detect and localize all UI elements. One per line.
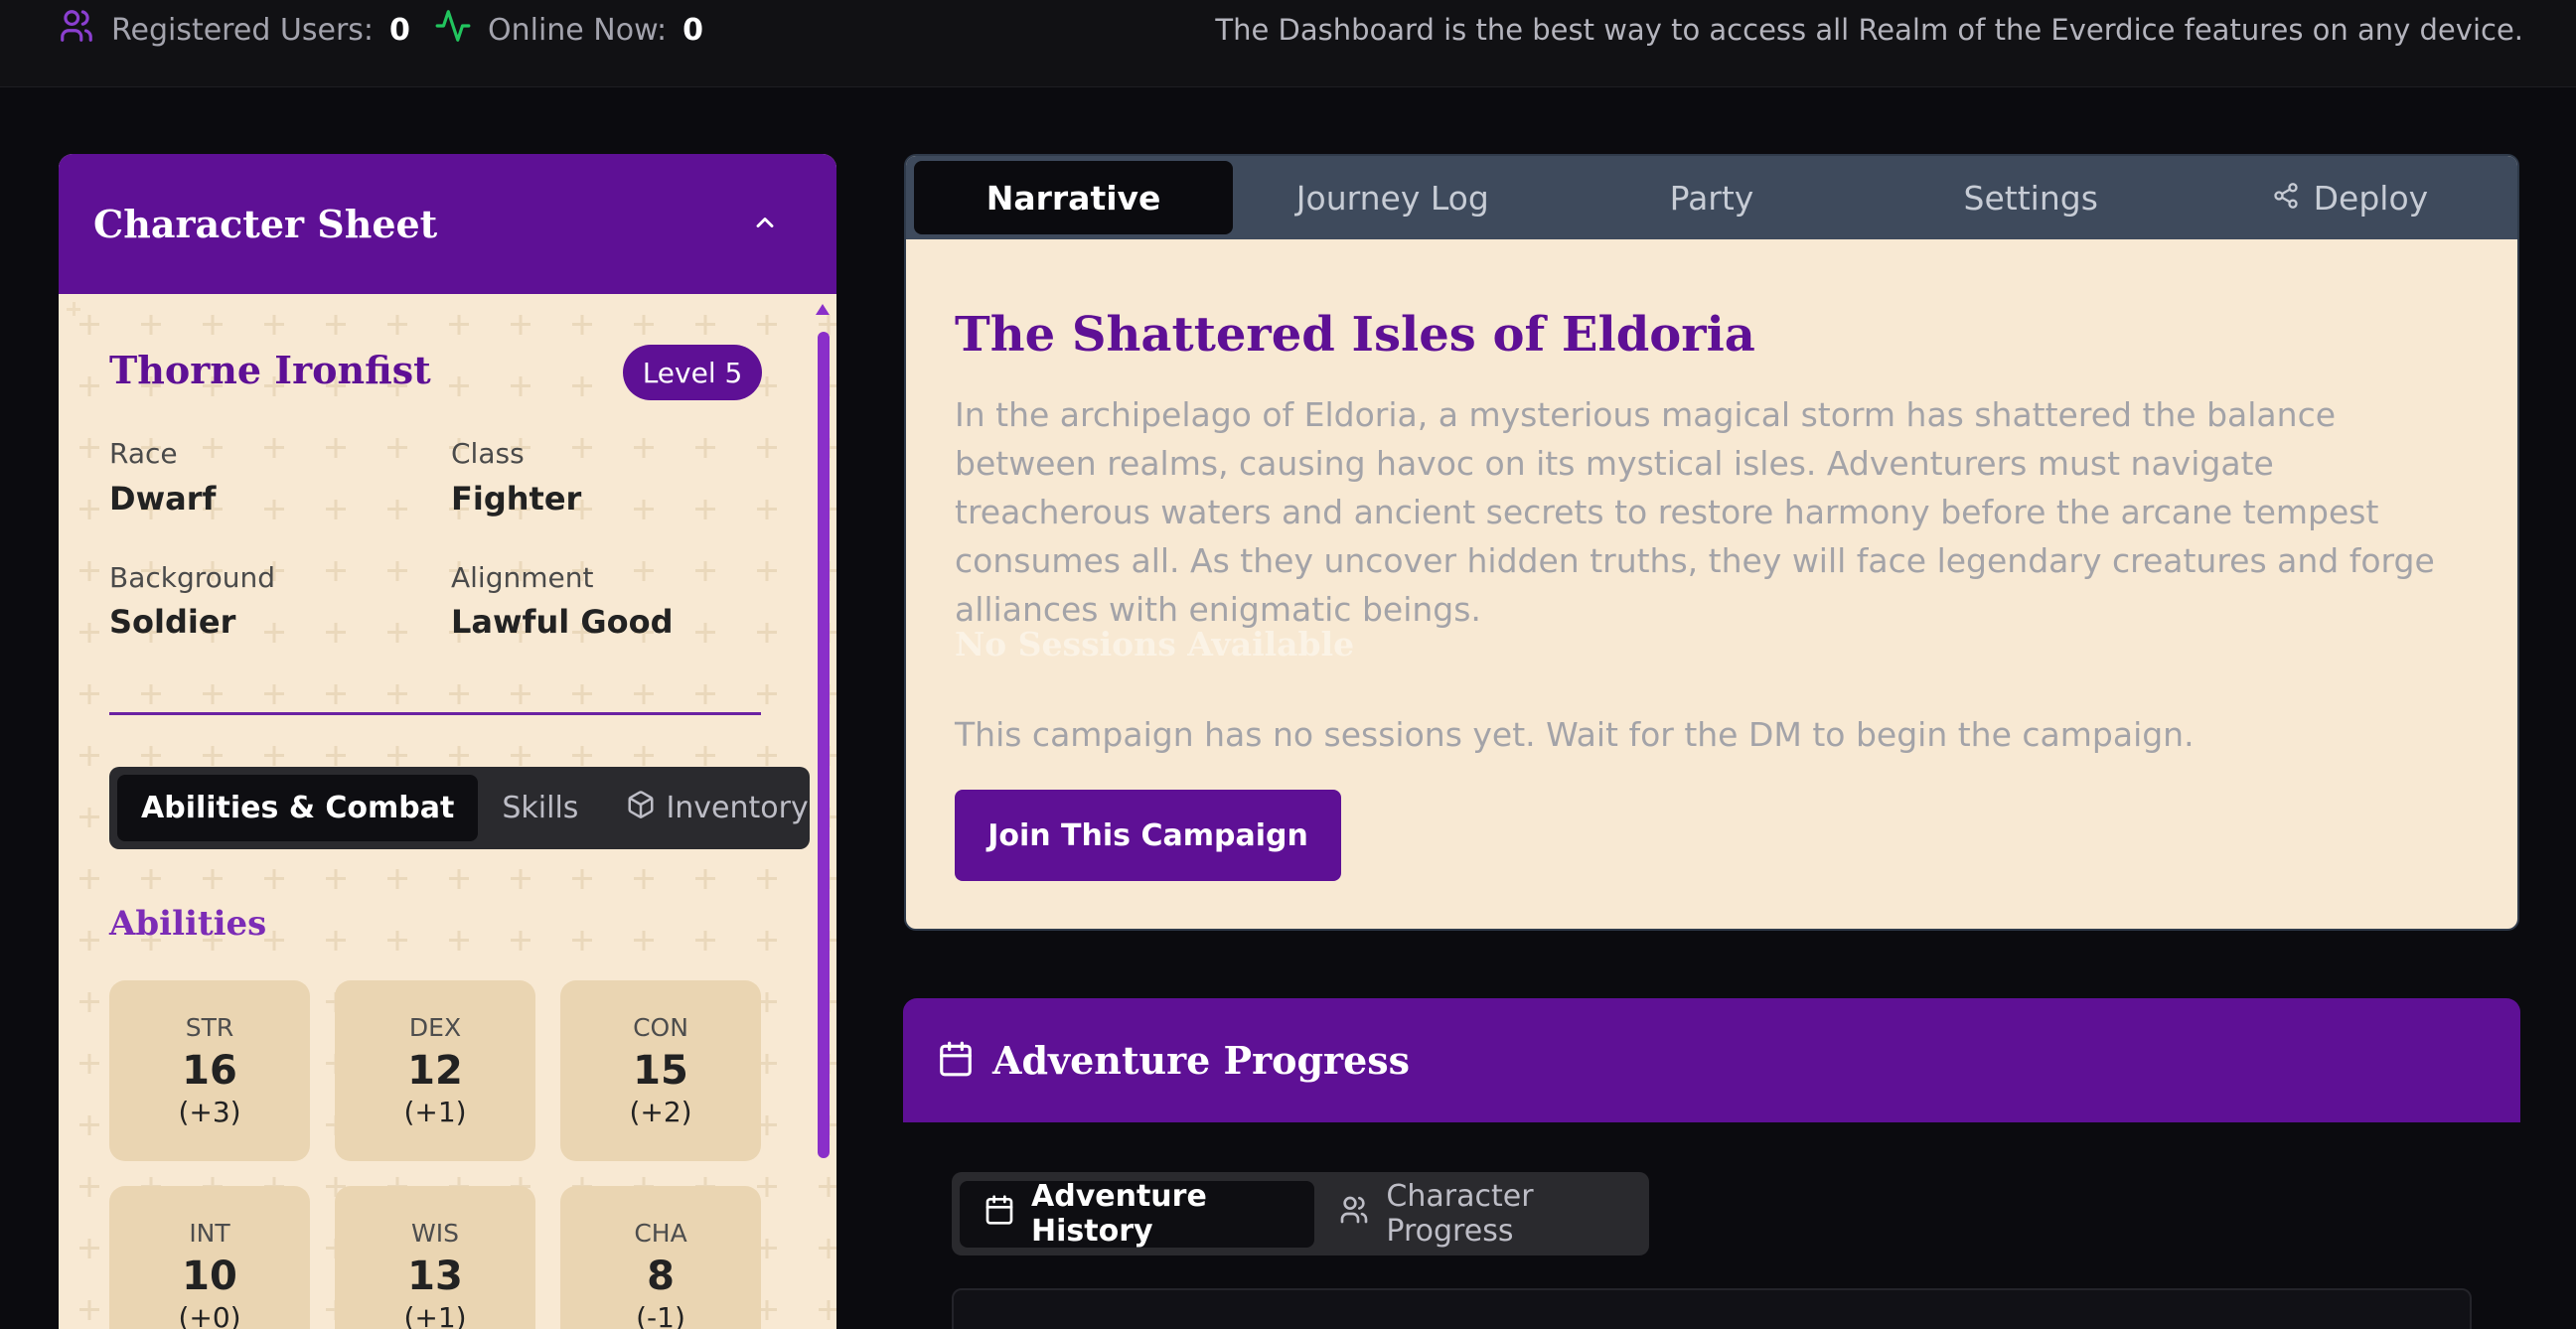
adventure-history-container — [952, 1288, 2472, 1329]
scroll-up-arrow[interactable] — [816, 304, 830, 315]
ability-score: 15 — [633, 1048, 688, 1094]
race-label: Race — [109, 437, 178, 470]
registered-users-label: Registered Users: — [111, 12, 375, 48]
tab-party-label: Party — [1669, 178, 1754, 218]
ability-modifier: (+1) — [403, 1096, 467, 1128]
ability-modifier: (+2) — [629, 1096, 692, 1128]
character-sheet-panel: Character Sheet Thorne Ironfist Level 5 … — [59, 154, 836, 1329]
registered-users-stat: Registered Users: 0 — [58, 0, 410, 60]
calendar-icon — [937, 1040, 975, 1082]
alignment-value: Lawful Good — [451, 603, 674, 641]
tab-party[interactable]: Party — [1552, 161, 1871, 234]
race-value: Dwarf — [109, 480, 217, 517]
dashboard-note: The Dashboard is the best way to access … — [1215, 13, 2523, 47]
ability-modifier: (+0) — [178, 1301, 241, 1329]
tab-journey-log-label: Journey Log — [1295, 178, 1489, 218]
campaign-description: In the archipelago of Eldoria, a mysteri… — [955, 395, 2435, 629]
campaign-title: The Shattered Isles of Eldoria — [955, 307, 1755, 363]
abilities-heading: Abilities — [109, 904, 267, 944]
campaign-tabs: Narrative Journey Log Party Settings Dep… — [906, 156, 2517, 239]
ability-modifier: (-1) — [636, 1301, 685, 1329]
adventure-progress-panel: Adventure Progress Adventure History Cha… — [903, 998, 2520, 1329]
ability-abbr: CON — [633, 1013, 688, 1042]
tab-adventure-history-label: Adventure History — [1031, 1179, 1207, 1249]
background-value: Soldier — [109, 603, 236, 641]
box-icon — [626, 790, 666, 827]
ability-score: 8 — [647, 1254, 675, 1299]
ability-score: 10 — [182, 1254, 237, 1299]
tab-abilities-combat[interactable]: Abilities & Combat — [117, 775, 479, 841]
ability-score: 12 — [407, 1048, 463, 1094]
ability-card-int: INT 10 (+0) — [109, 1186, 310, 1329]
no-sessions-message: This campaign has no sessions yet. Wait … — [955, 715, 2195, 754]
tab-narrative-label: Narrative — [985, 178, 1161, 218]
background-label: Background — [109, 561, 276, 594]
online-now-label: Online Now: — [488, 12, 668, 48]
tab-character-progress[interactable]: Character Progress — [1314, 1179, 1649, 1249]
activity-icon — [434, 7, 488, 53]
tab-skills-label: Skills — [502, 791, 579, 825]
class-value: Fighter — [451, 480, 582, 517]
ability-abbr: STR — [185, 1013, 234, 1042]
tab-settings-label: Settings — [1963, 178, 2098, 218]
registered-users-count: 0 — [389, 12, 410, 48]
ability-card-dex: DEX 12 (+1) — [335, 980, 535, 1161]
character-name: Thorne Ironfist — [109, 348, 431, 392]
character-sheet-header[interactable]: Character Sheet — [59, 154, 836, 294]
ability-modifier: (+1) — [403, 1301, 467, 1329]
tab-deploy[interactable]: Deploy — [2191, 161, 2509, 234]
ability-abbr: WIS — [411, 1219, 459, 1248]
ability-card-con: CON 15 (+2) — [560, 980, 761, 1161]
ability-card-wis: WIS 13 (+1) — [335, 1186, 535, 1329]
scrollbar-thumb[interactable] — [818, 332, 830, 1158]
class-label: Class — [451, 437, 525, 470]
ability-score: 13 — [407, 1254, 463, 1299]
tab-character-progress-label: Character Progress — [1386, 1179, 1534, 1249]
tab-deploy-label: Deploy — [2313, 178, 2429, 218]
character-sheet-title: Character Sheet — [93, 202, 438, 246]
ability-modifier: (+3) — [178, 1096, 241, 1128]
tab-journey-log[interactable]: Journey Log — [1233, 161, 1552, 234]
tab-adventure-history[interactable]: Adventure History — [960, 1179, 1315, 1249]
chevron-up-icon[interactable] — [751, 209, 779, 240]
tab-inventory-label: Inventory — [666, 791, 809, 825]
campaign-panel: Narrative Journey Log Party Settings Dep… — [904, 154, 2519, 931]
adventure-progress-header: Adventure Progress — [903, 998, 2520, 1122]
ability-abbr: INT — [189, 1219, 230, 1248]
tab-settings[interactable]: Settings — [1872, 161, 2191, 234]
ability-card-str: STR 16 (+3) — [109, 980, 310, 1161]
online-now-stat: Online Now: 0 — [434, 0, 703, 60]
level-badge: Level 5 — [623, 345, 762, 400]
tab-abilities-combat-label: Abilities & Combat — [141, 791, 455, 825]
tab-narrative[interactable]: Narrative — [914, 161, 1234, 234]
users-icon — [1338, 1194, 1386, 1234]
section-divider — [109, 712, 761, 715]
join-campaign-button[interactable]: Join This Campaign — [955, 790, 1341, 881]
ability-card-cha: CHA 8 (-1) — [560, 1186, 761, 1329]
tab-inventory[interactable]: Inventory — [602, 775, 810, 841]
online-now-count: 0 — [682, 12, 703, 48]
ability-abbr: CHA — [634, 1219, 687, 1248]
ability-abbr: DEX — [408, 1013, 462, 1042]
top-stats-bar: Registered Users: 0 Online Now: 0 The Da… — [0, 0, 2576, 87]
users-icon — [58, 7, 111, 53]
calendar-icon — [984, 1194, 1031, 1234]
adventure-progress-tabs: Adventure History Character Progress — [952, 1172, 1649, 1255]
ability-score: 16 — [182, 1048, 237, 1094]
share-icon — [2272, 179, 2314, 218]
no-sessions-heading: No Sessions Available — [955, 625, 1355, 664]
alignment-label: Alignment — [451, 561, 594, 594]
character-sheet-tabs: Abilities & Combat Skills Inventory — [109, 767, 810, 849]
tab-skills[interactable]: Skills — [478, 775, 602, 841]
adventure-progress-title: Adventure Progress — [992, 1038, 1411, 1083]
